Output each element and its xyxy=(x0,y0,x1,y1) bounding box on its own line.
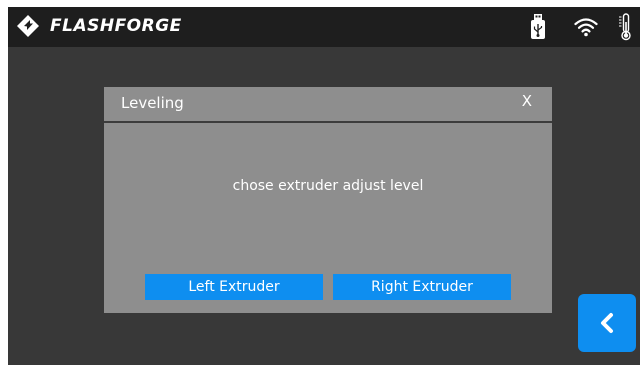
brand-name: FLASHFORGE xyxy=(50,16,182,36)
leveling-dialog: Leveling X chose extruder adjust level L… xyxy=(104,87,552,313)
wifi-icon xyxy=(574,18,598,37)
left-extruder-button[interactable]: Left Extruder xyxy=(145,274,323,300)
right-extruder-button[interactable]: Right Extruder xyxy=(333,274,511,300)
usb-icon xyxy=(531,14,545,39)
brand-logo: FLASHFORGE xyxy=(16,14,182,38)
printer-screen: FLASHFORGE Leveling X chose extruder adj… xyxy=(8,7,640,365)
thermometer-icon xyxy=(619,13,631,41)
flashforge-logo-icon xyxy=(17,15,39,37)
dialog-title-bar: Leveling X xyxy=(104,87,552,123)
close-button[interactable]: X xyxy=(522,92,532,110)
dialog-title: Leveling xyxy=(121,94,184,112)
chevron-left-icon xyxy=(601,313,613,333)
status-bar: FLASHFORGE xyxy=(8,7,640,47)
status-icons xyxy=(530,13,632,41)
dialog-message: chose extruder adjust level xyxy=(232,178,424,194)
back-button[interactable] xyxy=(578,294,636,352)
